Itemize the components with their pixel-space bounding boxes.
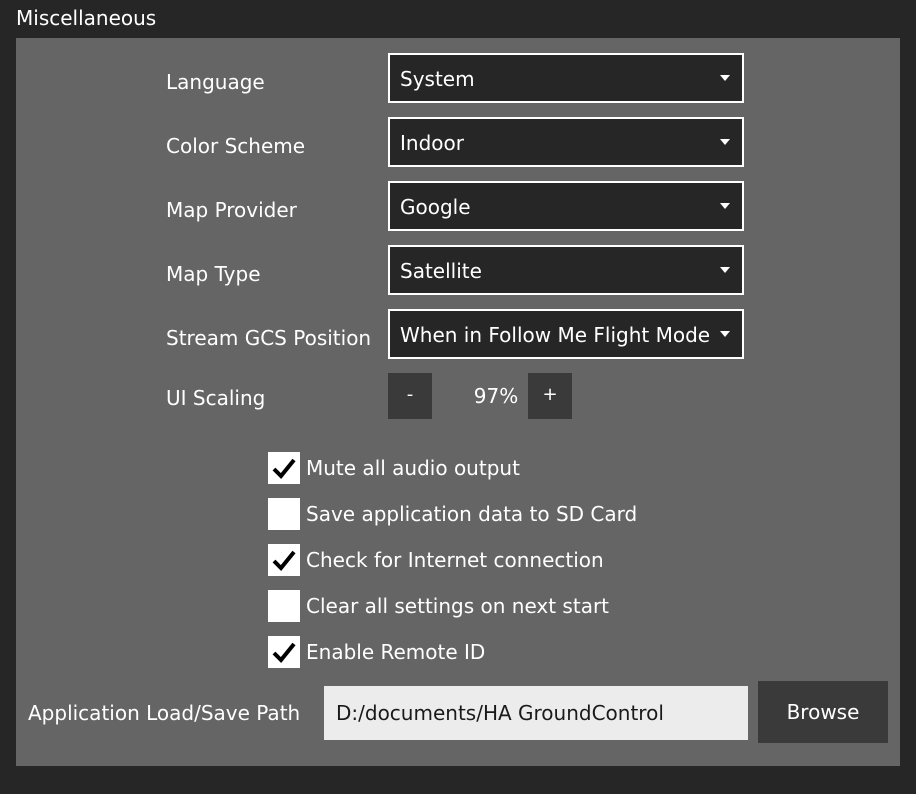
app-path-input[interactable] xyxy=(324,686,748,740)
language-combo-value: System xyxy=(400,67,475,91)
color-scheme-combo-value: Indoor xyxy=(400,131,464,155)
stream-gcs-position-combo[interactable]: When in Follow Me Flight Mode xyxy=(388,309,744,359)
checkmark-icon xyxy=(272,642,296,663)
ui-scaling-decrease-button[interactable]: - xyxy=(388,373,432,419)
mute-audio-label: Mute all audio output xyxy=(306,456,520,480)
checkbox-box[interactable] xyxy=(268,452,300,484)
save-to-sd-card-label: Save application data to SD Card xyxy=(306,502,638,526)
map-type-combo-value: Satellite xyxy=(400,259,482,283)
map-provider-combo-value: Google xyxy=(400,195,471,219)
browse-button-label: Browse xyxy=(786,700,860,724)
clear-settings-label: Clear all settings on next start xyxy=(306,594,610,618)
checkbox-box[interactable] xyxy=(268,544,300,576)
language-combo[interactable]: System xyxy=(388,53,744,103)
language-label: Language xyxy=(166,70,265,94)
chevron-down-icon xyxy=(720,75,730,81)
enable-remote-id-label: Enable Remote ID xyxy=(306,640,486,664)
chevron-down-icon xyxy=(720,139,730,145)
map-provider-combo[interactable]: Google xyxy=(388,181,744,231)
color-scheme-combo[interactable]: Indoor xyxy=(388,117,744,167)
ui-scaling-label: UI Scaling xyxy=(166,386,266,410)
check-internet-label: Check for Internet connection xyxy=(306,548,604,572)
ui-scaling-increase-button[interactable]: + xyxy=(528,373,572,419)
color-scheme-label: Color Scheme xyxy=(166,134,306,158)
ui-scaling-decrease-label: - xyxy=(406,384,414,405)
ui-scaling-increase-label: + xyxy=(542,384,558,405)
map-type-label: Map Type xyxy=(166,262,261,286)
browse-button[interactable]: Browse xyxy=(758,681,888,743)
chevron-down-icon xyxy=(720,331,730,337)
checkmark-icon xyxy=(272,550,296,571)
map-type-combo[interactable]: Satellite xyxy=(388,245,744,295)
section-title: Miscellaneous xyxy=(16,6,157,30)
stream-gcs-position-label: Stream GCS Position xyxy=(166,326,372,350)
stream-gcs-position-combo-value: When in Follow Me Flight Mode xyxy=(400,323,711,347)
chevron-down-icon xyxy=(720,203,730,209)
checkmark-icon xyxy=(272,458,296,479)
chevron-down-icon xyxy=(720,267,730,273)
app-path-label: Application Load/Save Path xyxy=(28,701,301,725)
map-provider-label: Map Provider xyxy=(166,198,297,222)
settings-panel: Language System Color Scheme Indoor Map … xyxy=(16,38,900,766)
checkbox-box[interactable] xyxy=(268,498,300,530)
checkbox-box[interactable] xyxy=(268,636,300,668)
checkbox-box[interactable] xyxy=(268,590,300,622)
